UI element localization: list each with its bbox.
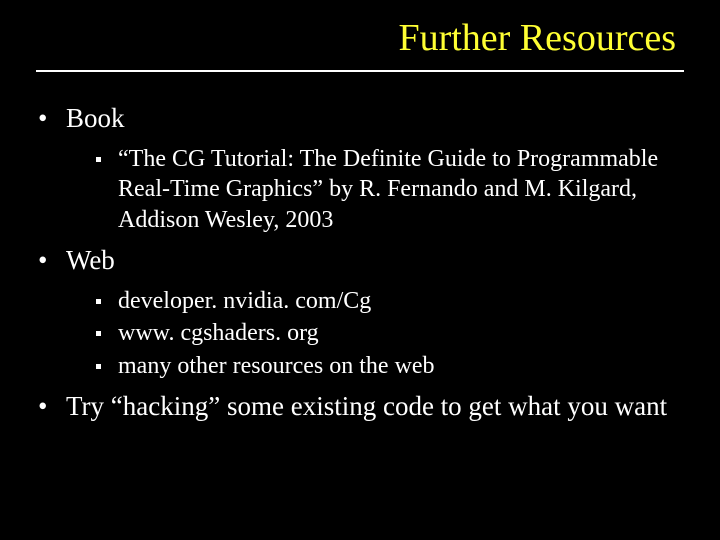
- bullet-book: Book “The CG Tutorial: The Definite Guid…: [36, 102, 684, 236]
- slide-title: Further Resources: [36, 16, 684, 66]
- sub-bullet: many other resources on the web: [96, 351, 684, 382]
- slide-content: Book “The CG Tutorial: The Definite Guid…: [36, 102, 684, 424]
- sub-bullet-text: “The CG Tutorial: The Definite Guide to …: [118, 146, 658, 233]
- bullet-list: Book “The CG Tutorial: The Definite Guid…: [36, 102, 684, 424]
- sub-bullet-text: many other resources on the web: [118, 353, 435, 379]
- title-underline: [36, 70, 684, 72]
- sub-bullet: developer. nvidia. com/Cg: [96, 286, 684, 317]
- sub-bullet: “The CG Tutorial: The Definite Guide to …: [96, 144, 684, 236]
- bullet-label: Book: [66, 103, 125, 133]
- sub-bullet-text: developer. nvidia. com/Cg: [118, 288, 371, 314]
- bullet-web: Web developer. nvidia. com/Cg www. cgsha…: [36, 244, 684, 382]
- sub-list-book: “The CG Tutorial: The Definite Guide to …: [66, 144, 684, 236]
- sub-bullet-text: www. cgshaders. org: [118, 320, 319, 346]
- bullet-label: Web: [66, 245, 115, 275]
- slide: Further Resources Book “The CG Tutorial:…: [0, 0, 720, 540]
- sub-bullet: www. cgshaders. org: [96, 318, 684, 349]
- sub-list-web: developer. nvidia. com/Cg www. cgshaders…: [66, 286, 684, 382]
- bullet-hacking: Try “hacking” some existing code to get …: [36, 390, 684, 424]
- bullet-label: Try “hacking” some existing code to get …: [66, 391, 667, 421]
